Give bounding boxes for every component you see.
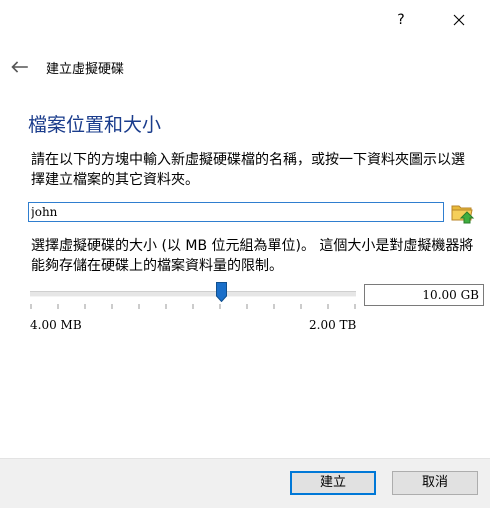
- help-icon: ?: [397, 12, 405, 28]
- slider-ticks: [30, 304, 356, 309]
- cancel-button[interactable]: 取消: [392, 471, 478, 495]
- wizard-header: 建立虛擬硬碟: [0, 50, 490, 86]
- size-description: 選擇虛擬硬碟的大小 (以 MB 位元組為單位)。 這個大小是對虛擬機器將能夠存儲…: [31, 238, 474, 274]
- folder-browse-icon: [451, 205, 475, 224]
- file-location-input[interactable]: [28, 202, 444, 222]
- create-button[interactable]: 建立: [290, 471, 376, 495]
- slider-handle[interactable]: [215, 282, 227, 302]
- location-description: 請在以下的方塊中輸入新虛擬硬碟檔的名稱，或按一下資料夾圖示以選擇建立檔案的其它資…: [31, 152, 465, 188]
- slider-track[interactable]: [30, 291, 356, 297]
- slider-min-label: 4.00 MB: [30, 318, 82, 332]
- close-button[interactable]: [436, 0, 482, 40]
- title-bar: ?: [0, 0, 490, 40]
- wizard-title: 建立虛擬硬碟: [46, 62, 125, 77]
- close-icon: [453, 14, 465, 26]
- page-title: 檔案位置和大小: [28, 114, 162, 136]
- arrow-left-icon: [11, 61, 28, 73]
- size-input[interactable]: [364, 284, 484, 306]
- help-button[interactable]: ?: [378, 0, 424, 40]
- slider-max-label: 2.00 TB: [309, 318, 357, 332]
- size-slider[interactable]: [30, 282, 356, 312]
- back-button[interactable]: [6, 56, 32, 78]
- choose-folder-button[interactable]: [450, 200, 476, 226]
- footer: 建立 取消: [0, 458, 490, 508]
